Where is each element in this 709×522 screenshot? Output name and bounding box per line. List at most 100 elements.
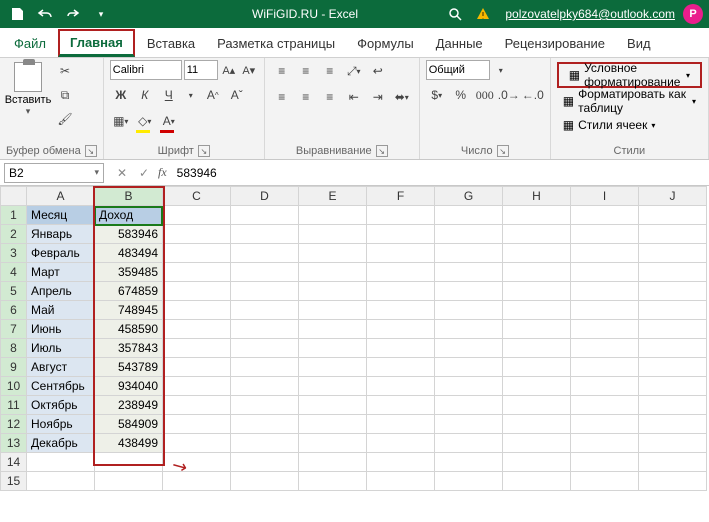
format-as-table-button[interactable]: ▦ Форматировать как таблицу ▾: [557, 90, 702, 112]
column-header-D[interactable]: D: [231, 187, 299, 206]
cell[interactable]: [299, 434, 367, 453]
cell[interactable]: [367, 282, 435, 301]
cell[interactable]: [503, 244, 571, 263]
cell[interactable]: [435, 263, 503, 282]
cell[interactable]: [503, 225, 571, 244]
row-header[interactable]: 1: [1, 206, 27, 225]
row-header[interactable]: 13: [1, 434, 27, 453]
cell[interactable]: [95, 472, 163, 491]
cell[interactable]: [231, 301, 299, 320]
conditional-formatting-button[interactable]: ▦ Условное форматирование ▾: [563, 64, 696, 86]
paste-button[interactable]: Вставить ▾: [6, 60, 50, 117]
number-launcher-icon[interactable]: ↘: [497, 145, 509, 157]
cell[interactable]: [299, 339, 367, 358]
alignment-launcher-icon[interactable]: ↘: [376, 145, 388, 157]
font-decrease-a-icon[interactable]: Aˇ: [226, 84, 248, 106]
cell[interactable]: [367, 396, 435, 415]
cell[interactable]: [367, 358, 435, 377]
number-format-dropdown-icon[interactable]: ▾: [492, 61, 510, 79]
accounting-format-icon[interactable]: $▾: [426, 84, 448, 106]
cell[interactable]: Ноябрь: [27, 415, 95, 434]
cell[interactable]: [231, 339, 299, 358]
tab-insert[interactable]: Вставка: [137, 30, 205, 57]
cell[interactable]: Сентябрь: [27, 377, 95, 396]
column-header-G[interactable]: G: [435, 187, 503, 206]
cell[interactable]: [299, 358, 367, 377]
merge-center-icon[interactable]: ⬌▾: [391, 86, 413, 108]
cell[interactable]: 438499: [95, 434, 163, 453]
cell[interactable]: [163, 377, 231, 396]
cell[interactable]: [231, 377, 299, 396]
increase-decimal-icon[interactable]: .0→: [498, 84, 520, 106]
cell[interactable]: [503, 434, 571, 453]
cell[interactable]: Июнь: [27, 320, 95, 339]
cell[interactable]: [367, 244, 435, 263]
cell[interactable]: Декабрь: [27, 434, 95, 453]
fill-color-icon[interactable]: ◇▾: [134, 110, 156, 132]
decrease-decimal-icon[interactable]: ←.0: [522, 84, 544, 106]
user-email[interactable]: polzovatelpky684@outlook.com: [505, 7, 675, 21]
cell[interactable]: 674859: [95, 282, 163, 301]
cell[interactable]: [503, 472, 571, 491]
cell[interactable]: Январь: [27, 225, 95, 244]
cell[interactable]: [163, 206, 231, 225]
cell[interactable]: [231, 453, 299, 472]
search-icon[interactable]: [441, 0, 469, 28]
cell[interactable]: [503, 263, 571, 282]
cell[interactable]: [435, 320, 503, 339]
cell[interactable]: [503, 396, 571, 415]
cell[interactable]: [571, 434, 639, 453]
cell[interactable]: Доход: [95, 206, 163, 225]
cell[interactable]: [571, 377, 639, 396]
cell[interactable]: [435, 453, 503, 472]
cell[interactable]: [299, 225, 367, 244]
cell[interactable]: [435, 434, 503, 453]
cell[interactable]: [639, 434, 707, 453]
column-header-B[interactable]: B: [95, 187, 163, 206]
orientation-icon[interactable]: ⤢▾: [343, 60, 365, 82]
cell[interactable]: [435, 396, 503, 415]
row-header[interactable]: 4: [1, 263, 27, 282]
cell[interactable]: [231, 396, 299, 415]
save-icon[interactable]: [6, 3, 28, 25]
cell[interactable]: [367, 377, 435, 396]
row-header[interactable]: 12: [1, 415, 27, 434]
cell[interactable]: [503, 453, 571, 472]
redo-icon[interactable]: [62, 3, 84, 25]
cell-styles-button[interactable]: ▦ Стили ячеек ▾: [557, 114, 702, 136]
cell[interactable]: [503, 339, 571, 358]
copy-icon[interactable]: ⧉: [54, 84, 76, 106]
row-header[interactable]: 8: [1, 339, 27, 358]
cell[interactable]: [367, 339, 435, 358]
cell[interactable]: [435, 301, 503, 320]
column-header-H[interactable]: H: [503, 187, 571, 206]
cell[interactable]: [435, 377, 503, 396]
cell[interactable]: [503, 301, 571, 320]
cell[interactable]: [639, 263, 707, 282]
name-box-dropdown-icon[interactable]: ▾: [94, 167, 99, 178]
cancel-entry-icon[interactable]: ✕: [112, 163, 132, 183]
cell[interactable]: Август: [27, 358, 95, 377]
cell[interactable]: [639, 472, 707, 491]
name-box[interactable]: B2 ▾: [4, 163, 104, 183]
shrink-font-icon[interactable]: A▾: [240, 61, 258, 79]
row-header[interactable]: 6: [1, 301, 27, 320]
underline-button[interactable]: Ч: [158, 84, 180, 106]
cell[interactable]: 483494: [95, 244, 163, 263]
cell[interactable]: [639, 396, 707, 415]
cell[interactable]: [299, 472, 367, 491]
cell[interactable]: [231, 472, 299, 491]
cell[interactable]: [163, 244, 231, 263]
cell[interactable]: [435, 206, 503, 225]
warning-icon[interactable]: [469, 0, 497, 28]
cell[interactable]: [639, 358, 707, 377]
cell[interactable]: [299, 453, 367, 472]
align-right-icon[interactable]: ≡: [319, 86, 341, 108]
cell[interactable]: [571, 263, 639, 282]
cell[interactable]: [571, 472, 639, 491]
cell[interactable]: [231, 282, 299, 301]
cell[interactable]: [367, 225, 435, 244]
cell[interactable]: [367, 415, 435, 434]
fx-icon[interactable]: fx: [158, 165, 167, 180]
cell[interactable]: [299, 396, 367, 415]
